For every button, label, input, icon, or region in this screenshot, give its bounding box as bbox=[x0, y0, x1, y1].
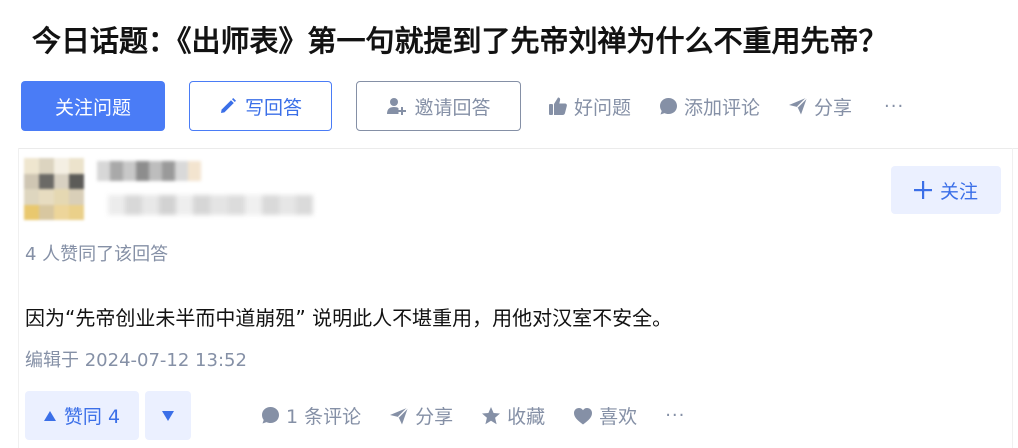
like-label: 喜欢 bbox=[599, 406, 638, 428]
comments-label: 1 条评论 bbox=[286, 406, 362, 428]
collect-button[interactable]: 收藏 bbox=[481, 402, 545, 429]
add-comment-label: 添加评论 bbox=[684, 96, 761, 119]
avatar[interactable] bbox=[24, 158, 84, 220]
collect-label: 收藏 bbox=[507, 406, 546, 428]
question-title: 今日话题：《出师表》第一句就提到了先帝刘禅为什么不重用先帝？ bbox=[32, 24, 888, 58]
votes-summary: 4 人赞同了该回答 bbox=[25, 244, 169, 265]
invite-answer-label: 邀请回答 bbox=[414, 96, 491, 119]
comment-icon bbox=[262, 407, 279, 424]
section-divider bbox=[18, 148, 1018, 149]
good-question-button[interactable]: 好问题 bbox=[548, 93, 631, 120]
thumbs-up-icon bbox=[549, 97, 567, 115]
add-user-icon bbox=[387, 98, 407, 115]
answer-content: 因为“先帝创业未半而中道崩殂” 说明此人不堪重用，用他对汉室不安全。 bbox=[25, 306, 673, 330]
author-bio-blurred bbox=[108, 195, 313, 215]
card-border-left bbox=[18, 148, 19, 448]
share-icon bbox=[390, 406, 409, 424]
more-answer-options-button[interactable]: ··· bbox=[665, 405, 685, 426]
good-question-label: 好问题 bbox=[574, 96, 632, 119]
card-border-right bbox=[1012, 148, 1013, 448]
plus-icon bbox=[913, 181, 932, 199]
invite-answer-button[interactable]: 邀请回答 bbox=[356, 81, 521, 131]
follow-author-label: 关注 bbox=[939, 180, 978, 203]
comments-button[interactable]: 1 条评论 bbox=[261, 402, 361, 429]
write-answer-label: 写回答 bbox=[244, 96, 302, 119]
share-answer-label: 分享 bbox=[415, 406, 454, 428]
triangle-up-icon bbox=[43, 410, 56, 421]
triangle-down-icon bbox=[162, 410, 174, 421]
like-button[interactable]: 喜欢 bbox=[573, 402, 637, 429]
write-answer-button[interactable]: 写回答 bbox=[189, 81, 332, 131]
vote-down-button[interactable] bbox=[145, 391, 191, 440]
add-comment-button[interactable]: 添加评论 bbox=[659, 93, 760, 120]
share-question-button[interactable]: 分享 bbox=[788, 93, 852, 120]
heart-icon bbox=[574, 407, 593, 424]
question-toolbar: 关注问题 写回答 邀请回答 好问题 添加评论 分享 ··· bbox=[21, 81, 904, 131]
share-answer-button[interactable]: 分享 bbox=[389, 402, 453, 429]
share-icon bbox=[789, 97, 808, 115]
share-question-label: 分享 bbox=[814, 96, 853, 119]
answer-action-bar: 赞同 4 1 条评论 分享 收藏 喜欢 ··· bbox=[25, 391, 685, 440]
vote-up-label: 赞同 4 bbox=[63, 406, 121, 428]
vote-up-button[interactable]: 赞同 4 bbox=[25, 391, 139, 440]
follow-question-button[interactable]: 关注问题 bbox=[21, 81, 165, 131]
star-icon bbox=[482, 406, 501, 424]
comment-icon bbox=[660, 97, 678, 114]
follow-author-button[interactable]: 关注 bbox=[891, 166, 1001, 214]
author-name-blurred[interactable] bbox=[97, 161, 201, 181]
more-options-button[interactable]: ··· bbox=[884, 96, 904, 117]
pencil-icon bbox=[220, 98, 236, 113]
edited-timestamp[interactable]: 编辑于 2024-07-12 13:52 bbox=[25, 346, 247, 372]
